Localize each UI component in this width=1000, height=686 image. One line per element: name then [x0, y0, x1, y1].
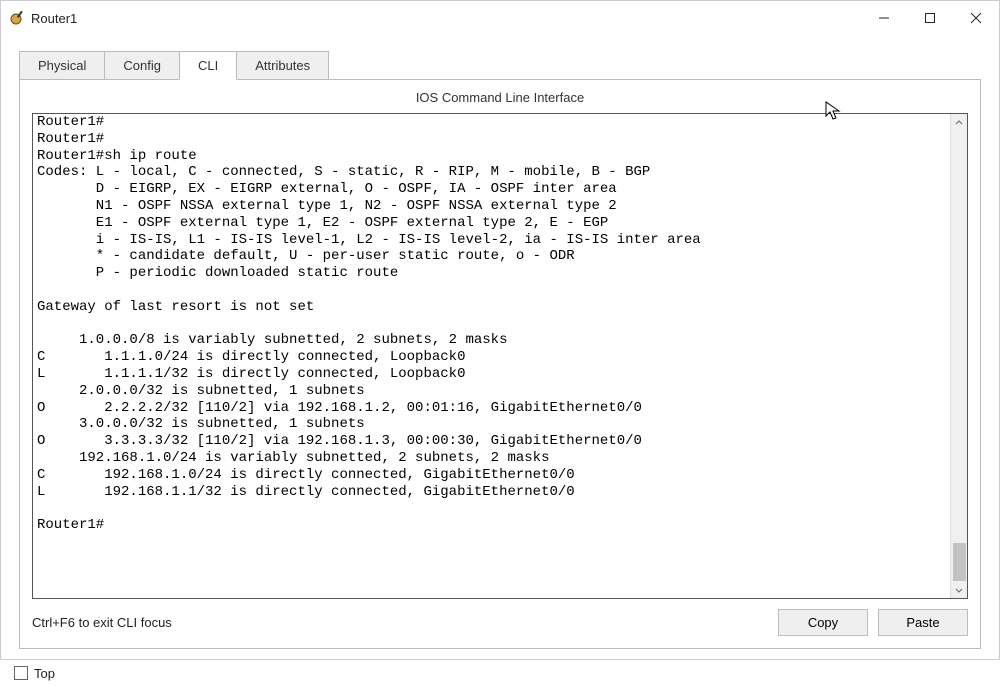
cli-wrapper: Router1# Router1# Router1#sh ip route Co… — [32, 113, 968, 599]
paste-button[interactable]: Paste — [878, 609, 968, 636]
app-window: Router1 Physical Config CLI Attributes I… — [0, 0, 1000, 660]
title-bar: Router1 — [1, 1, 999, 35]
close-button[interactable] — [953, 1, 999, 35]
scroll-thumb[interactable] — [953, 543, 966, 581]
cli-hint: Ctrl+F6 to exit CLI focus — [32, 615, 768, 630]
copy-button[interactable]: Copy — [778, 609, 868, 636]
maximize-button[interactable] — [907, 1, 953, 35]
scrollbar[interactable] — [950, 114, 967, 598]
tab-bar: Physical Config CLI Attributes — [19, 51, 981, 79]
scroll-up-arrow[interactable] — [951, 114, 967, 131]
tab-panel: IOS Command Line Interface Router1# Rout… — [19, 79, 981, 649]
bottom-bar: Top — [0, 660, 1000, 686]
scroll-down-arrow[interactable] — [951, 581, 967, 598]
window-controls — [861, 1, 999, 35]
minimize-button[interactable] — [861, 1, 907, 35]
footer-row: Ctrl+F6 to exit CLI focus Copy Paste — [32, 599, 968, 636]
tab-config[interactable]: Config — [104, 51, 180, 79]
router-icon — [9, 10, 25, 26]
panel-title: IOS Command Line Interface — [32, 90, 968, 105]
content-area: Physical Config CLI Attributes IOS Comma… — [1, 35, 999, 659]
top-checkbox[interactable] — [14, 666, 28, 680]
top-checkbox-label: Top — [34, 666, 55, 681]
window-title: Router1 — [31, 11, 861, 26]
tab-cli[interactable]: CLI — [179, 51, 237, 80]
tab-attributes[interactable]: Attributes — [236, 51, 329, 79]
tab-physical[interactable]: Physical — [19, 51, 105, 79]
cli-output[interactable]: Router1# Router1# Router1#sh ip route Co… — [33, 114, 950, 598]
